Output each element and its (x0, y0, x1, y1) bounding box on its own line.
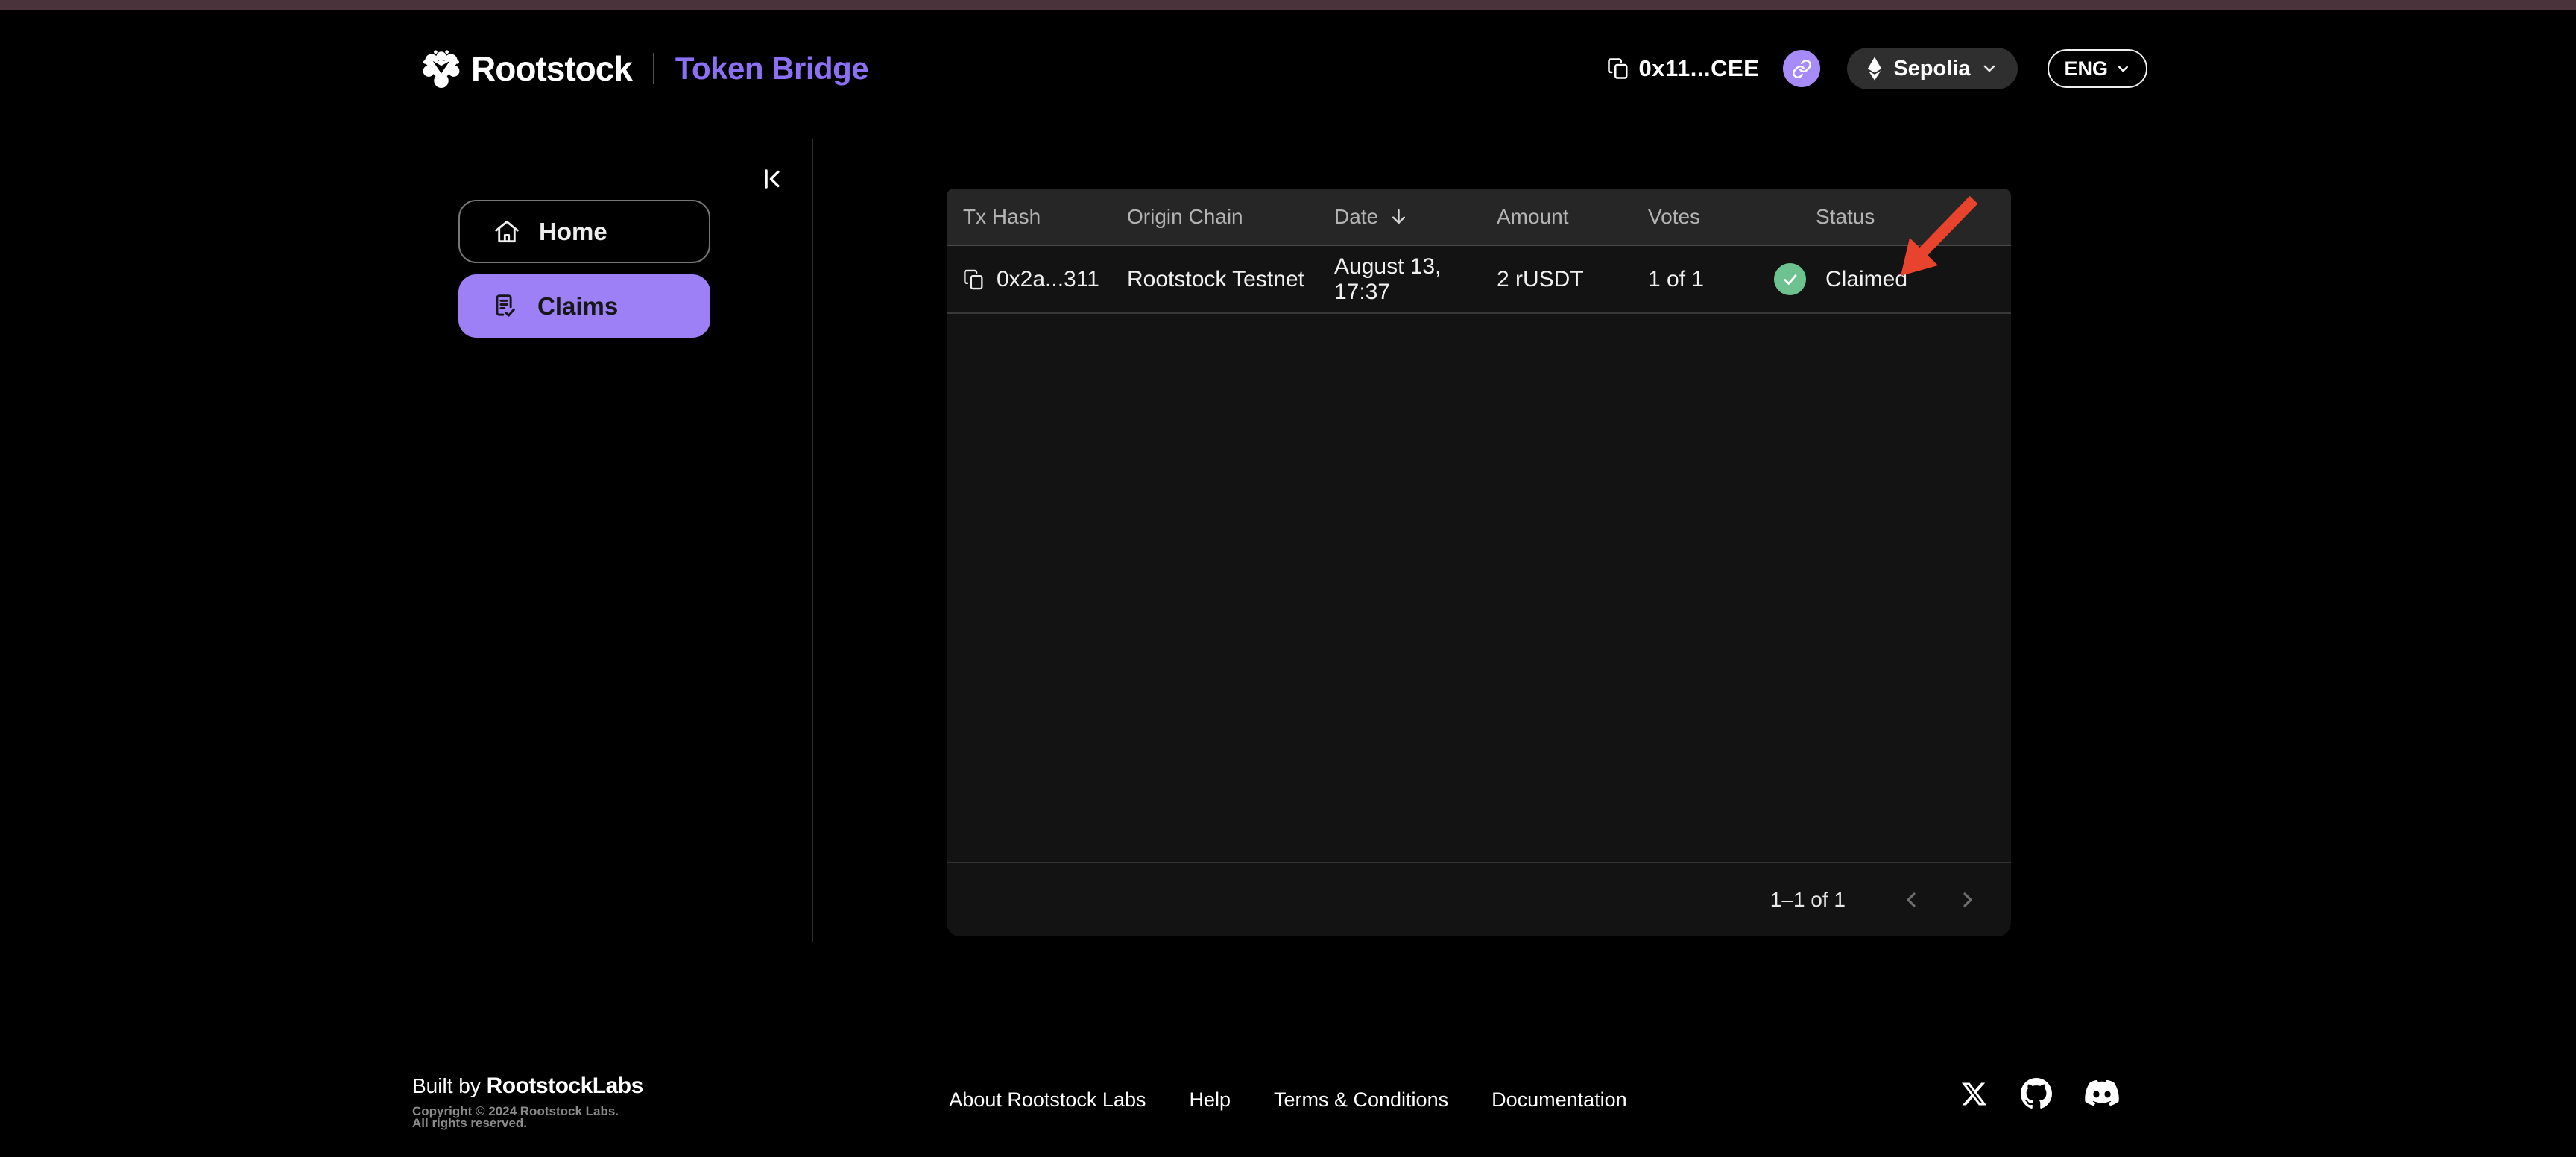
chevron-down-icon (1984, 65, 1995, 72)
collapse-sidebar-icon (765, 169, 780, 189)
column-header-tx-hash: Tx Hash (963, 204, 1041, 228)
network-selector[interactable]: Sepolia (1847, 48, 2018, 89)
chevron-right-icon (1963, 892, 1972, 907)
column-header-votes: Votes (1648, 204, 1701, 228)
brand-header: Rootstock Token Bridge (422, 46, 869, 91)
github-icon (2021, 1078, 2052, 1109)
disconnect-wallet-button[interactable] (1783, 50, 1821, 87)
column-header-origin-chain: Origin Chain (1127, 204, 1243, 228)
column-header-date-label: Date (1334, 204, 1379, 228)
column-header-date[interactable]: Date (1334, 205, 1497, 229)
tx-hash-cell: 0x2a...311 (963, 267, 1127, 292)
column-header-status: Status (1816, 204, 1875, 228)
token-bridge-page: Rootstock Token Bridge 0x11...CEE Sepoli… (0, 0, 2576, 1157)
amount-cell: 2 rUSDT (1497, 266, 1584, 291)
sidebar-collapse-button[interactable] (756, 163, 789, 195)
x-twitter-link[interactable] (1960, 1080, 1988, 1108)
claim-table-row[interactable]: 0x2a...311 Rootstock Testnet August 13, … (947, 246, 2011, 314)
sidebar-divider (812, 139, 813, 942)
status-success-badge (1774, 263, 1806, 295)
discord-link[interactable] (2085, 1080, 2119, 1107)
check-icon (1784, 274, 1796, 285)
pagination-next-button[interactable] (1950, 882, 1986, 918)
sidebar-nav: Home Claims (458, 200, 710, 338)
language-label: ENG (2064, 57, 2108, 80)
copy-address-button[interactable]: 0x11...CEE (1607, 55, 1759, 82)
copy-icon (964, 269, 983, 289)
tx-hash-value: 0x2a...311 (997, 266, 1099, 291)
footer-link-terms[interactable]: Terms & Conditions (1274, 1088, 1448, 1112)
sidebar-item-claims[interactable]: Claims (458, 274, 710, 338)
footer-link-help[interactable]: Help (1189, 1088, 1231, 1112)
claims-table-card: Tx Hash Origin Chain Date Amount Votes S… (947, 189, 2011, 936)
sidebar-item-label: Claims (537, 291, 619, 320)
claims-document-icon (496, 294, 515, 317)
header-controls: 0x11...CEE Sepolia ENG (1607, 46, 2147, 91)
sort-descending-arrow-icon (1392, 209, 1406, 224)
status-label: Claimed (1825, 266, 1908, 291)
copy-tx-hash-button[interactable] (963, 268, 985, 291)
ethereum-icon (1868, 57, 1882, 81)
network-label: Sepolia (1893, 56, 1971, 81)
wallet-address: 0x11...CEE (1638, 55, 1760, 81)
origin-chain-cell: Rootstock Testnet (1127, 266, 1304, 291)
x-twitter-icon (1961, 1082, 1987, 1106)
status-cell: Claimed (1774, 263, 2011, 295)
table-pagination: 1–1 of 1 (947, 862, 2011, 936)
table-header-row: Tx Hash Origin Chain Date Amount Votes S… (947, 189, 2011, 246)
chevron-left-icon (1907, 892, 1916, 907)
copy-icon (1608, 58, 1628, 79)
pagination-range-label: 1–1 of 1 (1770, 888, 1846, 911)
rootstock-logo-icon (423, 50, 460, 88)
github-link[interactable] (2021, 1078, 2052, 1109)
app-title: Token Bridge (675, 51, 869, 86)
copyright-line-2: All rights reserved. (412, 1116, 528, 1130)
footer-link-documentation[interactable]: Documentation (1491, 1088, 1627, 1112)
column-header-amount: Amount (1497, 204, 1569, 228)
footer-social (1960, 1078, 2119, 1109)
chevron-down-icon (2118, 66, 2128, 72)
footer-link-about[interactable]: About Rootstock Labs (949, 1088, 1146, 1112)
footer-links: About Rootstock Labs Help Terms & Condit… (0, 1088, 2576, 1112)
language-selector[interactable]: ENG (2048, 49, 2147, 88)
sidebar-item-label: Home (539, 217, 607, 245)
votes-cell: 1 of 1 (1648, 266, 1705, 291)
brand-divider (652, 53, 654, 84)
brand-name: Rootstock (471, 49, 633, 88)
discord-icon (2085, 1080, 2119, 1106)
date-cell: August 13, 17:37 (1334, 253, 1442, 304)
sidebar-item-home[interactable]: Home (458, 200, 710, 263)
pagination-previous-button[interactable] (1893, 882, 1929, 918)
top-banner-strip (0, 0, 2576, 10)
link-icon (1792, 59, 1811, 78)
home-icon (495, 220, 519, 242)
